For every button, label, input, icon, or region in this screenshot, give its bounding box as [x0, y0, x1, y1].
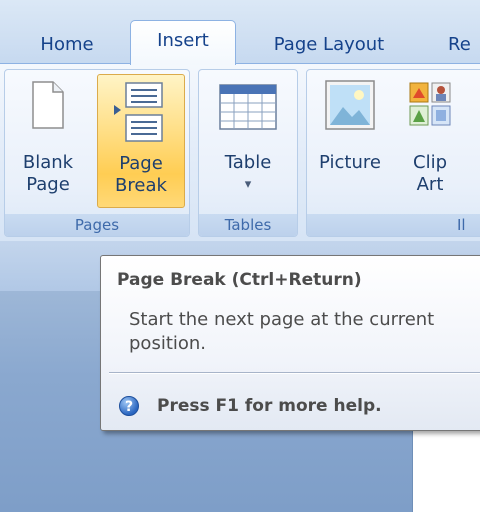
picture-icon — [325, 80, 375, 130]
table-label: Table — [224, 152, 272, 173]
tab-references[interactable]: Re — [448, 28, 480, 62]
table-button[interactable]: Table ▾ — [199, 70, 297, 210]
pages-group-label: Pages — [5, 214, 189, 236]
clip-art-icon — [409, 82, 451, 126]
tab-home[interactable]: Home — [22, 28, 112, 62]
tooltip-description: Start the next page at the current posit… — [129, 309, 435, 354]
clip-art-label: Clip Art — [413, 152, 447, 195]
blank-page-icon — [32, 81, 64, 129]
page-break-label: Page Break — [115, 153, 167, 196]
tooltip-title: Page Break (Ctrl+Return) — [117, 270, 362, 290]
tooltip-help-text: Press F1 for more help. — [157, 396, 382, 416]
blank-page-label: Blank Page — [22, 152, 74, 195]
illustrations-group: Picture Clip Art Il — [306, 69, 480, 237]
picture-button[interactable]: Picture — [307, 70, 393, 210]
page-break-tooltip: Page Break (Ctrl+Return) Start the next … — [100, 255, 480, 431]
tooltip-divider — [109, 372, 480, 374]
tab-insert[interactable]: Insert — [130, 20, 236, 65]
picture-label: Picture — [319, 152, 381, 173]
page-break-icon — [114, 82, 163, 142]
page-break-button[interactable]: Page Break — [97, 74, 185, 208]
table-dropdown-arrow-icon: ▾ — [244, 177, 252, 192]
tables-group-label: Tables — [199, 214, 297, 236]
table-icon — [219, 84, 277, 130]
illustrations-group-label: Il — [307, 214, 480, 236]
help-icon: ? — [119, 396, 139, 416]
clip-art-button[interactable]: Clip Art — [395, 70, 465, 210]
tab-page-layout[interactable]: Page Layout — [254, 28, 404, 62]
tables-group: Table ▾ Tables — [198, 69, 298, 237]
blank-page-button[interactable]: Blank Page — [5, 70, 91, 210]
ribbon-panel: Blank Page Page Break Pages Table ▾ Tabl… — [0, 63, 480, 242]
ribbon-tab-strip: Home Insert Page Layout Re — [0, 0, 480, 65]
pages-group: Blank Page Page Break Pages — [4, 69, 190, 237]
